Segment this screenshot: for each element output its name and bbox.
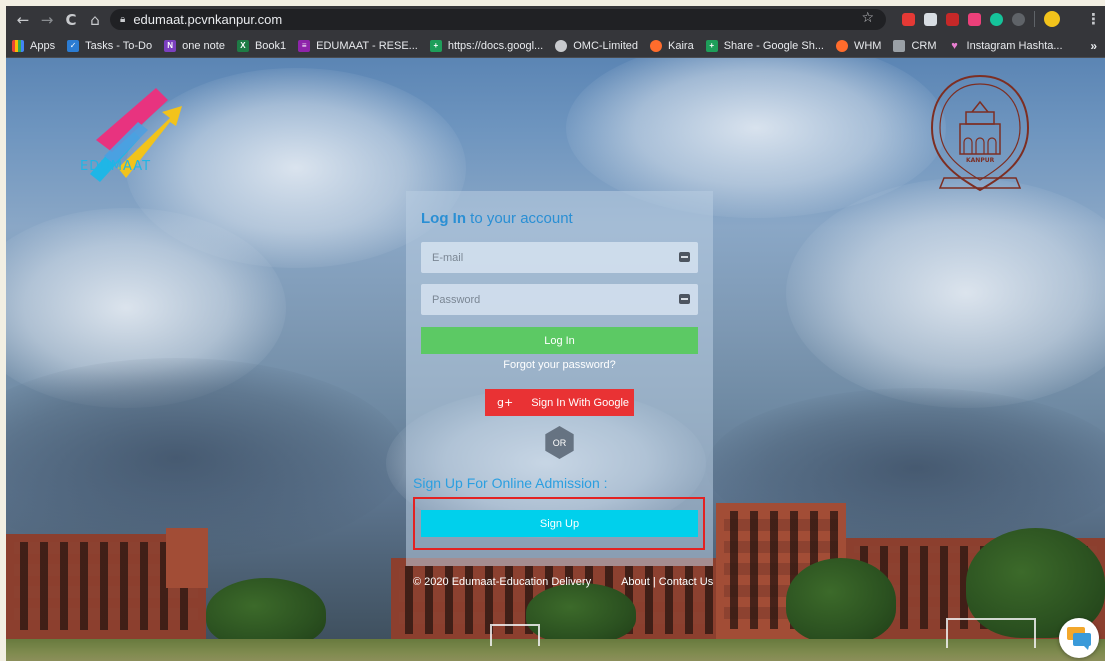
bookmark-label: Share - Google Sh... bbox=[723, 39, 824, 52]
bookmark-star-icon[interactable]: ☆ bbox=[861, 10, 874, 26]
bookmark-label: Kaira bbox=[668, 39, 694, 52]
reload-icon[interactable]: C bbox=[60, 9, 82, 31]
email-field-wrapper bbox=[421, 242, 698, 273]
browser-menu-icon[interactable]: ⋮ bbox=[1086, 10, 1101, 28]
login-button[interactable]: Log In bbox=[421, 327, 698, 354]
globe-icon bbox=[555, 39, 568, 52]
google-plus-icon: g+ bbox=[497, 396, 514, 409]
sheets-icon: + bbox=[705, 39, 718, 52]
bookmark-omc[interactable]: OMC-Limited bbox=[555, 39, 639, 52]
extension-red-icon[interactable] bbox=[902, 12, 915, 26]
or-divider-badge: OR bbox=[545, 426, 574, 459]
campus-tree bbox=[206, 578, 326, 648]
password-manager-icon[interactable] bbox=[679, 252, 690, 262]
lock-icon: 🔒︎ bbox=[120, 14, 126, 25]
toolbar-divider bbox=[1034, 11, 1035, 27]
cpanel-icon bbox=[835, 39, 848, 52]
sheets-icon: + bbox=[429, 39, 442, 52]
football-goal bbox=[946, 618, 1036, 648]
extension-pink-icon[interactable] bbox=[968, 12, 981, 26]
campus-lawn bbox=[6, 639, 1105, 661]
bookmark-label: WHM bbox=[853, 39, 882, 52]
extensions-area bbox=[902, 11, 1060, 27]
bookmark-edumaat[interactable]: ≡ EDUMAAT - RESE... bbox=[298, 39, 418, 52]
password-manager-icon[interactable] bbox=[679, 294, 690, 304]
bookmark-label: Instagram Hashta... bbox=[966, 39, 1063, 52]
bookmark-docs[interactable]: + https://docs.googl... bbox=[429, 39, 544, 52]
password-field[interactable] bbox=[421, 284, 698, 315]
forward-arrow-icon[interactable]: → bbox=[36, 9, 58, 31]
login-title: Log In to your account bbox=[421, 210, 573, 227]
bookmark-label: CRM bbox=[911, 39, 937, 52]
browser-toolbar: ← → C ⌂ 🔒︎ edumaat.pcvnkanpur.com ☆ ⋮ bbox=[6, 6, 1105, 34]
checkbox-icon: ✓ bbox=[67, 39, 80, 52]
excel-icon: X bbox=[236, 39, 249, 52]
bookmark-label: EDUMAAT - RESE... bbox=[316, 39, 418, 52]
bookmark-label: https://docs.googl... bbox=[447, 39, 544, 52]
crm-icon bbox=[893, 39, 906, 52]
football-goal bbox=[490, 624, 540, 646]
chat-bubble-icon bbox=[1067, 627, 1091, 650]
onenote-icon: N bbox=[164, 39, 177, 52]
background-cloud bbox=[786, 178, 1105, 408]
college-seal-caption: KANPUR bbox=[966, 157, 995, 164]
campus-tree bbox=[526, 583, 636, 643]
back-arrow-icon[interactable]: ← bbox=[12, 9, 34, 31]
bookmark-label: Tasks - To-Do bbox=[85, 39, 153, 52]
forgot-password-link[interactable]: Forgot your password? bbox=[406, 359, 713, 371]
extension-dark-icon[interactable] bbox=[946, 12, 959, 26]
password-field-wrapper bbox=[421, 284, 698, 315]
footer-copyright: © 2020 Edumaat-Education Delivery bbox=[413, 576, 592, 588]
chat-widget-button[interactable] bbox=[1059, 618, 1099, 658]
login-title-rest: to your account bbox=[466, 210, 573, 227]
bookmark-tasks[interactable]: ✓ Tasks - To-Do bbox=[67, 39, 153, 52]
google-sign-in-label: Sign In With Google bbox=[531, 396, 630, 409]
list-icon: ≡ bbox=[298, 39, 311, 52]
profile-avatar[interactable] bbox=[1044, 11, 1060, 27]
bookmark-label: Apps bbox=[30, 39, 56, 52]
bookmark-kaira[interactable]: Kaira bbox=[650, 39, 694, 52]
campus-tree bbox=[786, 558, 896, 643]
page-footer: © 2020 Edumaat-Education Delivery About … bbox=[413, 576, 713, 588]
bookmarks-overflow-icon[interactable]: » bbox=[1090, 39, 1097, 53]
bookmark-label: one note bbox=[182, 39, 225, 52]
bookmark-share-sheet[interactable]: + Share - Google Sh... bbox=[705, 39, 824, 52]
heart-icon: ♥ bbox=[951, 39, 958, 52]
footer-about-contact-link[interactable]: About | Contact Us bbox=[621, 576, 713, 588]
extension-camera-icon[interactable] bbox=[924, 12, 937, 26]
bookmark-book1[interactable]: X Book1 bbox=[236, 39, 287, 52]
edumaat-logo-text: EDUMAAT bbox=[80, 159, 152, 174]
login-card: Log In to your account Log In Forgot you… bbox=[406, 191, 713, 566]
bookmark-onenote[interactable]: N one note bbox=[164, 39, 225, 52]
address-bar[interactable]: 🔒︎ edumaat.pcvnkanpur.com ☆ bbox=[110, 9, 886, 30]
bookmark-label: Book1 bbox=[254, 39, 287, 52]
email-field[interactable] bbox=[421, 242, 698, 273]
apps-grid-icon bbox=[12, 39, 24, 52]
grammarly-icon[interactable] bbox=[990, 12, 1003, 26]
bookmark-label: OMC-Limited bbox=[573, 39, 639, 52]
bookmark-crm[interactable]: CRM bbox=[893, 39, 937, 52]
cpanel-icon bbox=[650, 39, 663, 52]
bookmark-instagram[interactable]: ♥ Instagram Hashta... bbox=[949, 39, 1063, 52]
extension-crescent-icon[interactable] bbox=[1012, 12, 1025, 26]
login-page: EDUMAAT KANPUR Log In to your account E-… bbox=[6, 58, 1105, 661]
bookmarks-bar: Apps ✓ Tasks - To-Do N one note X Book1 … bbox=[6, 34, 1105, 58]
home-icon[interactable]: ⌂ bbox=[84, 9, 106, 31]
signup-button[interactable]: Sign Up bbox=[421, 510, 698, 537]
address-url: edumaat.pcvnkanpur.com bbox=[133, 12, 283, 27]
college-seal-icon bbox=[930, 74, 1030, 192]
campus-building bbox=[166, 528, 208, 588]
signup-heading: Sign Up For Online Admission : bbox=[413, 475, 608, 491]
google-sign-in-button[interactable]: g+ Sign In With Google bbox=[485, 389, 634, 416]
browser-window: ← → C ⌂ 🔒︎ edumaat.pcvnkanpur.com ☆ ⋮ Ap… bbox=[6, 6, 1105, 661]
login-title-bold: Log In bbox=[421, 210, 466, 227]
bookmark-apps[interactable]: Apps bbox=[12, 39, 56, 52]
bookmark-whm[interactable]: WHM bbox=[835, 39, 882, 52]
